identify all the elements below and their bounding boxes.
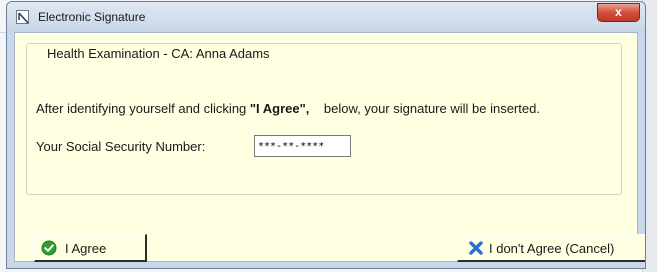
agree-button[interactable]: I Agree bbox=[34, 234, 147, 262]
agree-label: I Agree bbox=[65, 241, 107, 256]
instruction-text: After identifying yourself and clicking … bbox=[36, 101, 540, 116]
window-title: Electronic Signature bbox=[38, 10, 146, 24]
group-legend: Health Examination - CA: Anna Adams bbox=[44, 46, 273, 61]
title-bar[interactable]: Electronic Signature x bbox=[7, 2, 645, 32]
blue-x-icon bbox=[468, 240, 484, 259]
cancel-button[interactable]: I don't Agree (Cancel) bbox=[457, 234, 645, 262]
green-check-icon bbox=[41, 240, 57, 259]
ssn-label: Your Social Security Number: bbox=[36, 139, 206, 154]
ssn-input[interactable] bbox=[254, 135, 351, 157]
dialog-body: Health Examination - CA: Anna Adams Afte… bbox=[14, 32, 645, 262]
close-icon: x bbox=[615, 5, 622, 19]
cancel-label: I don't Agree (Cancel) bbox=[489, 241, 615, 256]
electronic-signature-dialog: Electronic Signature x Health Examinatio… bbox=[6, 1, 646, 269]
instruction-suffix: below, your signature will be inserted. bbox=[323, 101, 540, 116]
signature-group: Health Examination - CA: Anna Adams bbox=[26, 43, 622, 195]
app-icon bbox=[16, 10, 29, 24]
instruction-bold: "I Agree", bbox=[249, 101, 310, 116]
close-button[interactable]: x bbox=[597, 3, 640, 22]
instruction-prefix: After identifying yourself and clicking bbox=[36, 101, 250, 116]
